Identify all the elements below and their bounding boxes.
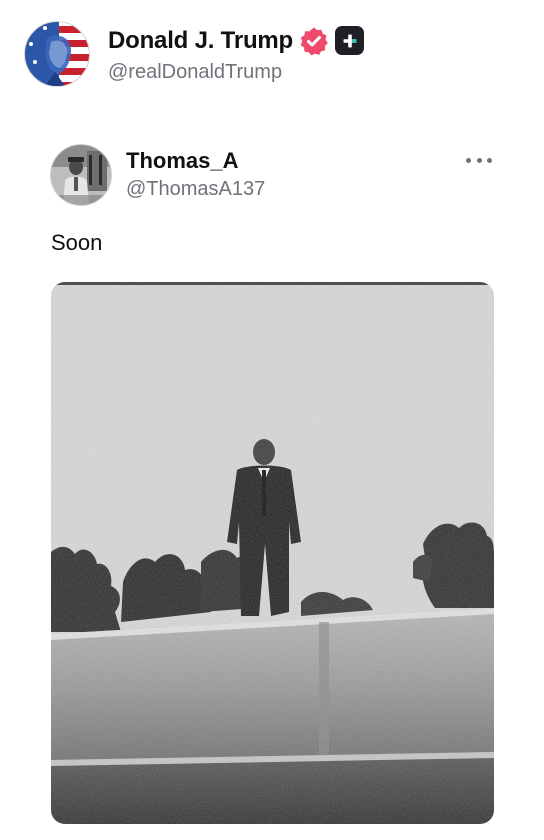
author-handle[interactable]: @realDonaldTrump <box>108 61 364 84</box>
post-media-image[interactable] <box>51 282 494 824</box>
more-horizontal-icon <box>466 157 471 163</box>
quoted-author-name[interactable]: Thomas_A <box>126 147 265 175</box>
author-avatar[interactable] <box>24 21 90 87</box>
rooftop-figure-photo <box>51 282 494 824</box>
author-display-name[interactable]: Donald J. Trump <box>108 27 293 55</box>
quoted-post-text: Soon <box>51 230 103 255</box>
plus-badge-icon <box>335 26 365 55</box>
quoted-post-header: Thomas_A @ThomasA137 <box>50 144 500 206</box>
quoted-author-handle[interactable]: @ThomasA137 <box>126 175 265 203</box>
bw-portrait-image <box>51 145 111 205</box>
quoted-author-avatar[interactable] <box>50 144 112 206</box>
verified-badge-icon <box>299 26 329 56</box>
more-options-button[interactable] <box>466 152 492 168</box>
post-author: Donald J. Trump @realDonaldTrump <box>24 20 365 88</box>
flag-portrait-image <box>25 22 89 86</box>
